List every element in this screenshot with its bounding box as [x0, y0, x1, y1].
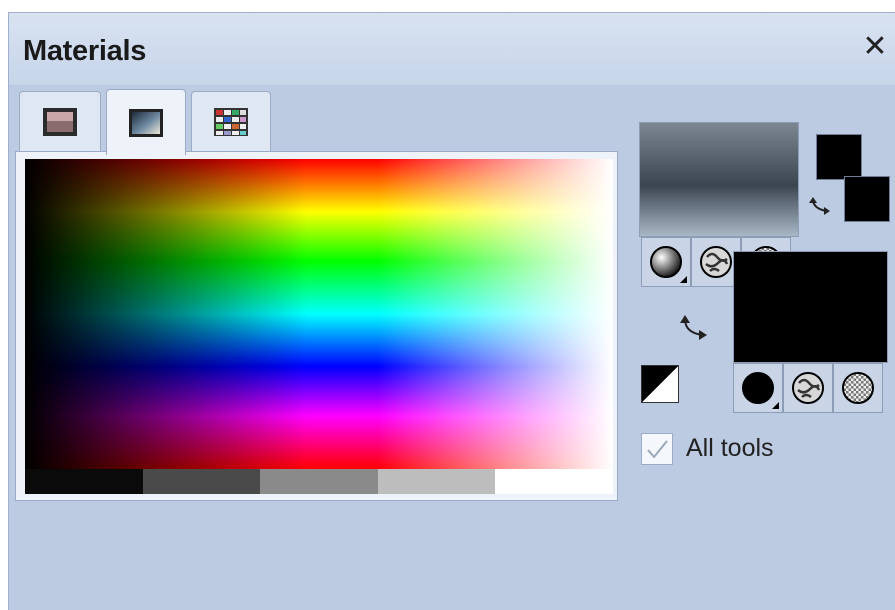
panel-title: Materials — [23, 35, 147, 67]
all-tools-checkbox[interactable] — [641, 433, 673, 465]
checkmark-icon — [647, 440, 668, 459]
background-color-swatch[interactable] — [844, 176, 890, 222]
background-properties-swatch[interactable] — [733, 251, 888, 363]
reset-default-colors-icon[interactable] — [641, 365, 679, 403]
sphere-gradient-icon — [650, 246, 682, 278]
background-style-buttons — [733, 363, 883, 413]
title-bar: Materials ✕ — [9, 13, 895, 85]
swap-colors-icon[interactable] — [808, 193, 834, 219]
texture-icon — [792, 372, 824, 404]
swap-materials-icon[interactable] — [677, 311, 711, 345]
tab-gradient[interactable] — [106, 89, 186, 155]
texture-button[interactable] — [783, 363, 833, 413]
frame-icon — [43, 107, 77, 136]
tab-frame[interactable] — [19, 91, 101, 151]
pattern-button[interactable] — [833, 363, 883, 413]
grayscale-strip[interactable] — [25, 469, 613, 494]
pattern-icon — [842, 372, 874, 404]
color-spectrum[interactable] — [25, 159, 613, 469]
gray-step[interactable] — [377, 469, 496, 494]
tab-swatches[interactable] — [191, 91, 271, 151]
texture-icon — [700, 246, 732, 278]
dropdown-corner-icon — [772, 402, 779, 409]
color-style-button[interactable] — [733, 363, 783, 413]
color-picker-frame — [15, 151, 618, 501]
gray-step[interactable] — [142, 469, 261, 494]
foreground-properties-swatch[interactable] — [639, 122, 799, 237]
gray-step[interactable] — [495, 469, 613, 494]
dropdown-corner-icon — [680, 276, 687, 283]
swatch-grid-icon — [214, 107, 248, 136]
gray-step[interactable] — [25, 469, 143, 494]
materials-panel: Materials ✕ All tools — [8, 12, 895, 610]
foreground-color-swatch[interactable] — [816, 134, 862, 180]
gradient-icon — [129, 108, 163, 137]
color-style-button[interactable] — [641, 237, 691, 287]
gray-step[interactable] — [260, 469, 378, 494]
close-icon[interactable]: ✕ — [861, 32, 889, 62]
solid-color-icon — [742, 372, 774, 404]
all-tools-label: All tools — [686, 434, 774, 462]
